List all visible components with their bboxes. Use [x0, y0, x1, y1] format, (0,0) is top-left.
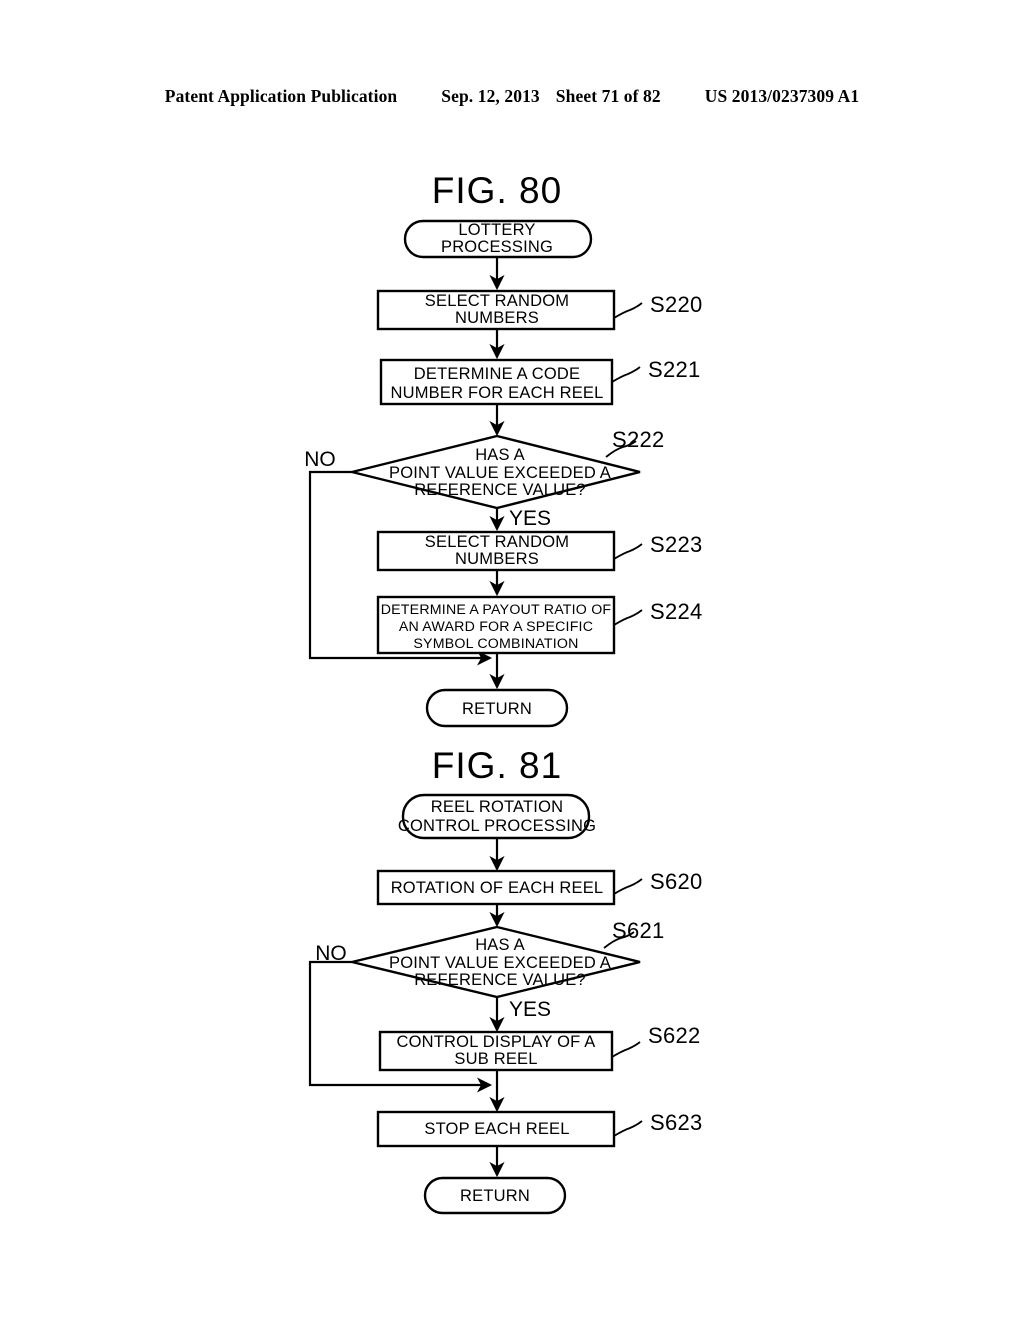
fig80-s220-step-label: S220 — [650, 292, 703, 317]
fig80-s221-label-line2: NUMBER FOR EACH REEL — [390, 384, 603, 402]
fig81-s622-step-label: S622 — [648, 1023, 701, 1048]
fig81-start-label-line2: CONTROL PROCESSING — [398, 817, 596, 835]
fig80-s221-leader-line — [611, 366, 641, 383]
fig80-s223-step-label: S223 — [650, 532, 703, 557]
fig81-s621-label-line3: REFERENCE VALUE? — [414, 971, 586, 989]
fig81-return-label: RETURN — [460, 1187, 530, 1205]
fig80-s223-label-line1: SELECT RANDOM — [425, 533, 569, 551]
fig81-s622-leader-line — [611, 1041, 641, 1058]
fig-80-title: FIG. 80 — [432, 170, 562, 211]
fig81-s623-leader-line — [613, 1120, 643, 1137]
fig80-s221-label-line1: DETERMINE A CODE — [414, 365, 580, 383]
fig-81-title: FIG. 81 — [432, 745, 562, 786]
fig80-s224-step-label: S224 — [650, 599, 703, 624]
fig81-s621-label-line2: POINT VALUE EXCEEDED A — [389, 954, 611, 972]
fig80-s221-step-label: S221 — [648, 357, 701, 382]
fig80-s223-leader-line — [613, 543, 643, 560]
fig80-s220-label-line1: SELECT RANDOM — [425, 292, 569, 310]
fig81-start-label-line1: REEL ROTATION — [431, 798, 563, 816]
fig80-start-label-line2: PROCESSING — [441, 238, 553, 256]
fig80-s220-leader-line — [613, 302, 643, 319]
fig80-s224-label-line3: SYMBOL COMBINATION — [413, 636, 578, 652]
fig81-s620-leader-line — [613, 878, 643, 895]
fig81-s621-step-label: S621 — [612, 918, 665, 943]
fig80-s224-label-line2: AN AWARD FOR A SPECIFIC — [399, 619, 593, 635]
fig80-s224-label-line1: DETERMINE A PAYOUT RATIO OF — [381, 602, 612, 618]
fig80-return-label: RETURN — [462, 700, 532, 718]
fig80-s223-label-line2: NUMBERS — [455, 550, 539, 568]
fig81-yes-branch-label: YES — [509, 998, 551, 1021]
fig81-s623-step-label: S623 — [650, 1110, 703, 1135]
fig80-s224-leader-line — [613, 609, 643, 626]
fig81-s620-label: ROTATION OF EACH REEL — [391, 879, 604, 897]
fig80-s222-label-line2: POINT VALUE EXCEEDED A — [389, 464, 611, 482]
fig80-start-label-line1: LOTTERY — [458, 221, 535, 239]
patent-page: Patent Application Publication Sep. 12, … — [0, 0, 1024, 1320]
fig81-s623-label: STOP EACH REEL — [424, 1120, 569, 1138]
fig80-s222-step-label: S222 — [612, 427, 665, 452]
fig80-s222-label-line3: REFERENCE VALUE? — [414, 481, 586, 499]
fig81-s622-label-line2: SUB REEL — [454, 1050, 537, 1068]
fig81-s620-step-label: S620 — [650, 869, 703, 894]
figures-container: FIG. 80 LOTTERY PROCESSING SELECT RANDOM… — [0, 0, 1024, 1320]
fig80-no-branch-label: NO — [304, 448, 336, 471]
flowchart-svg: FIG. 80 LOTTERY PROCESSING SELECT RANDOM… — [304, 170, 703, 1215]
fig80-s222-label-line1: HAS A — [475, 446, 525, 464]
fig80-s220-label-line2: NUMBERS — [455, 309, 539, 327]
fig81-s622-label-line1: CONTROL DISPLAY OF A — [397, 1033, 596, 1051]
fig80-yes-branch-label: YES — [509, 507, 551, 530]
fig81-s621-label-line1: HAS A — [475, 936, 525, 954]
